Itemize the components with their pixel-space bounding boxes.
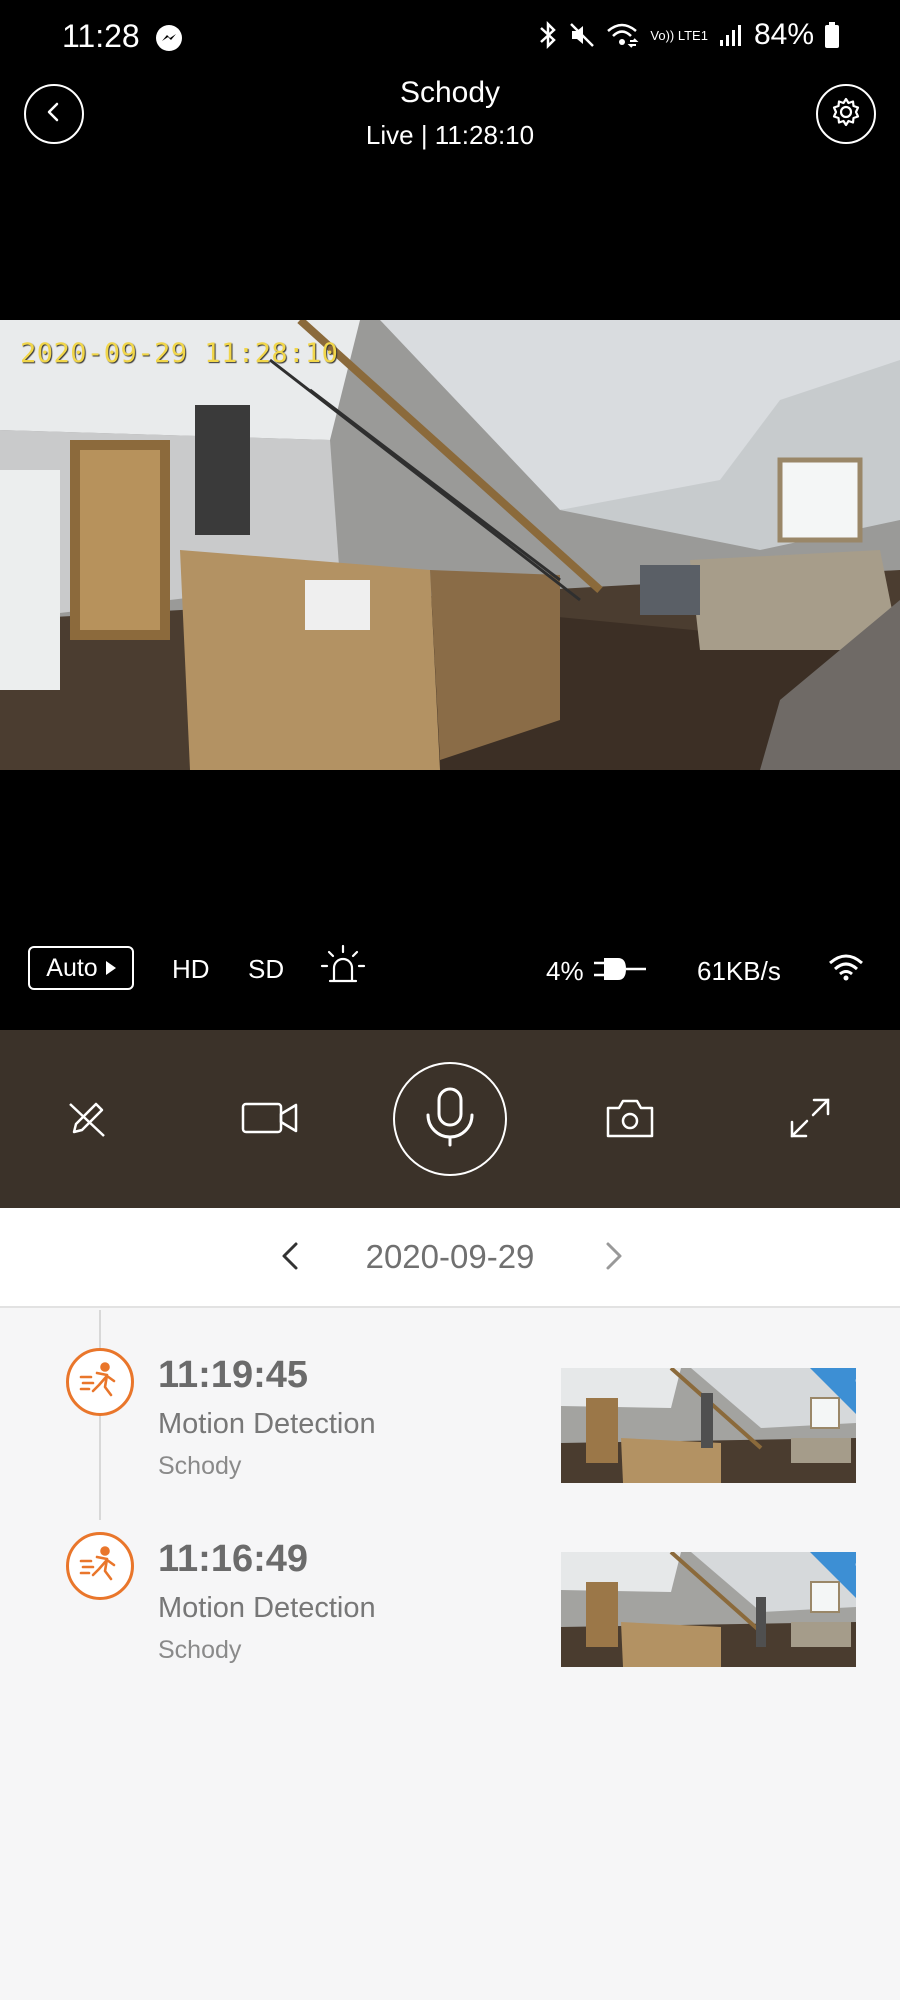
device-battery-level: 4% (546, 956, 584, 986)
edit-off-button[interactable] (48, 1080, 128, 1160)
event-type: Motion Detection (158, 1408, 376, 1440)
alarm-siren-icon[interactable] (318, 940, 368, 997)
quality-auto-button[interactable]: Auto (28, 946, 134, 990)
cloud-badge (810, 1368, 856, 1414)
video-scene (0, 320, 900, 770)
quality-sd-button[interactable]: SD (248, 954, 284, 985)
camera-icon (605, 1096, 655, 1145)
fullscreen-button[interactable] (770, 1080, 850, 1160)
quality-hd-button[interactable]: HD (172, 954, 210, 985)
stream-controls: Auto HD SD 4% 61KB/s (0, 944, 900, 1006)
event-time: 11:19:45 (158, 1354, 309, 1396)
snapshot-button[interactable] (590, 1080, 670, 1160)
edit-off-icon (66, 1096, 110, 1145)
fullscreen-icon (788, 1096, 832, 1145)
play-triangle-icon (105, 961, 116, 975)
bluetooth-icon (538, 20, 558, 50)
live-status: Live | 11:28:10 (365, 120, 535, 150)
event-item[interactable]: 11:16:49 Motion Detection Schody (0, 1532, 900, 1672)
event-thumbnail[interactable] (561, 1368, 856, 1483)
settings-button[interactable] (816, 84, 876, 144)
event-time: 11:16:49 (158, 1538, 309, 1580)
page-header: Schody Live | 11:28:10 (0, 76, 900, 176)
video-timestamp: 2020-09-29 11:28:10 (20, 338, 339, 369)
event-item[interactable]: 11:19:45 Motion Detection Schody (0, 1348, 900, 1488)
gear-icon (830, 96, 862, 133)
status-time: 11:28 (62, 18, 140, 54)
running-person-icon (66, 1532, 134, 1600)
video-record-icon (240, 1096, 300, 1145)
event-camera: Schody (158, 1636, 242, 1664)
battery-percentage: 84% (753, 18, 814, 51)
stream-speed: 61KB/s (697, 956, 781, 986)
wifi-calling-icon (606, 21, 640, 49)
mute-icon (568, 21, 596, 49)
microphone-icon (420, 1085, 480, 1154)
talk-button[interactable] (393, 1062, 507, 1176)
signal-icon (718, 22, 744, 48)
camera-view-area: 11:28 Vo)) LTE1 84% Schody Live | 11:28:… (0, 0, 900, 1030)
event-thumbnail[interactable] (561, 1552, 856, 1667)
plug-icon (592, 954, 648, 991)
selected-date: 2020-09-29 (365, 1238, 535, 1275)
record-video-button[interactable] (230, 1080, 310, 1160)
cloud-badge (810, 1552, 856, 1598)
event-type: Motion Detection (158, 1592, 376, 1624)
running-person-icon (66, 1348, 134, 1416)
action-bar (0, 1030, 900, 1208)
live-video-feed[interactable]: 2020-09-29 11:28:10 (0, 320, 900, 770)
battery-icon (824, 21, 840, 49)
chevron-right-icon[interactable] (596, 1236, 632, 1281)
messenger-icon (155, 24, 183, 52)
wifi-icon (828, 952, 864, 989)
volte-indicator: Vo)) LTE1 (650, 27, 708, 43)
date-navigator: 2020-09-29 (0, 1208, 900, 1308)
auto-label: Auto (46, 953, 98, 982)
camera-name: Schody (399, 76, 501, 109)
event-camera: Schody (158, 1452, 242, 1480)
status-bar: 11:28 Vo)) LTE1 84% (0, 0, 900, 76)
